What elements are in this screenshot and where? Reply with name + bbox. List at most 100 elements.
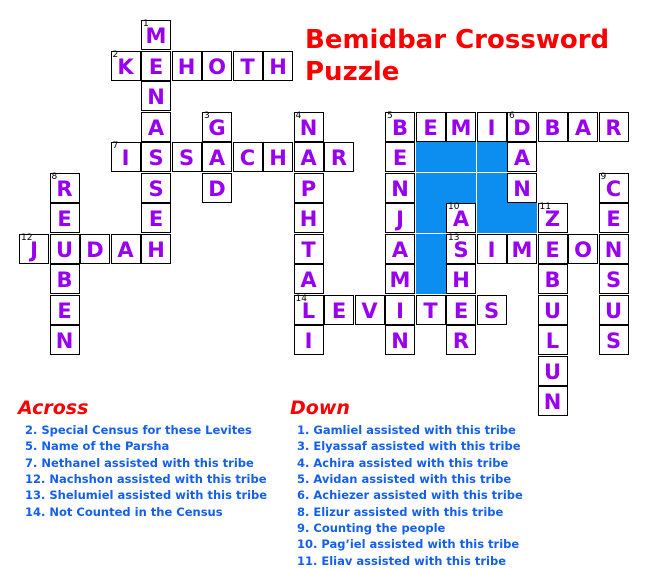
grid-cell[interactable]: N xyxy=(49,325,80,355)
grid-cell[interactable]: 6D xyxy=(507,111,537,142)
grid-cell[interactable]: S xyxy=(476,294,507,325)
grid-cell[interactable]: D xyxy=(80,233,110,264)
grid-cell[interactable]: 2K xyxy=(110,50,141,81)
grid-cell[interactable]: M xyxy=(507,233,537,264)
grid-cell[interactable]: D xyxy=(202,172,232,203)
grid-cell[interactable]: 12 J xyxy=(19,233,49,264)
clue-item[interactable]: 3. Elyassaf assisted with this tribe xyxy=(297,438,665,454)
grid-cell[interactable]: H xyxy=(446,264,476,294)
grid-cell[interactable]: N xyxy=(598,233,629,264)
grid-cell[interactable]: N xyxy=(385,172,415,203)
grid-cell[interactable]: N xyxy=(385,325,415,355)
grid-cell[interactable]: S xyxy=(598,264,629,294)
grid-cell[interactable]: A xyxy=(385,233,415,264)
grid-cell[interactable]: T xyxy=(232,50,263,81)
clue-item[interactable]: 5. Avidan assisted with this tribe xyxy=(297,471,665,487)
grid-cell[interactable]: V xyxy=(354,294,385,325)
clue-item[interactable]: 1. Gamliel assisted with this tribe xyxy=(297,422,665,438)
grid-cell[interactable]: 14 L xyxy=(293,294,324,325)
clue-item[interactable]: 4. Achira assisted with this tribe xyxy=(297,455,665,471)
grid-cell[interactable]: 10 A xyxy=(446,202,476,233)
grid-cell[interactable]: H xyxy=(263,50,293,81)
grid-cell[interactable]: B xyxy=(537,264,568,294)
grid-cell[interactable]: E xyxy=(415,111,446,142)
grid-cell[interactable]: E xyxy=(141,203,171,233)
crossword-grid[interactable]: 1M2KEHOTHNA3G4N5BEMI6DBAR7ISSACHAREA8RSD… xyxy=(0,0,668,416)
grid-cell[interactable]: R xyxy=(446,325,476,355)
clue-item[interactable]: 12. Nachshon assisted with this tribe xyxy=(25,471,288,487)
grid-cell[interactable]: A xyxy=(293,142,324,172)
grid-cell[interactable]: S xyxy=(141,172,171,203)
grid-cell[interactable]: E xyxy=(141,50,171,81)
grid-cell[interactable]: 8R xyxy=(49,172,80,203)
grid-cell-letter: T xyxy=(240,54,255,79)
grid-cell-letter: S xyxy=(148,176,164,201)
grid-cell[interactable]: H xyxy=(293,203,324,233)
grid-cell[interactable]: T xyxy=(293,233,324,264)
grid-cell[interactable]: E xyxy=(446,294,476,325)
grid-cell[interactable]: U xyxy=(537,355,568,386)
clue-item[interactable]: 8. Elizur assisted with this tribe xyxy=(297,504,665,520)
grid-cell[interactable]: S xyxy=(141,142,171,172)
grid-cell-letter: S xyxy=(483,298,500,323)
grid-cell[interactable]: B xyxy=(49,264,80,294)
grid-cell[interactable]: A xyxy=(568,111,598,142)
clue-item[interactable]: 7. Nethanel assisted with this tribe xyxy=(25,455,288,471)
grid-cell[interactable]: 11 Z xyxy=(537,202,568,233)
grid-cell[interactable]: 4N xyxy=(293,111,324,142)
grid-cell[interactable]: 1M xyxy=(141,19,171,50)
grid-cell[interactable]: E xyxy=(598,203,629,233)
clue-item[interactable]: 2. Special Census for these Levites xyxy=(25,422,288,438)
clue-item[interactable]: 5. Name of the Parsha xyxy=(25,438,288,454)
grid-cell[interactable]: A xyxy=(110,233,141,264)
grid-cell[interactable]: 13 S xyxy=(446,233,476,264)
grid-cell[interactable]: A xyxy=(293,264,324,294)
grid-cell[interactable]: R xyxy=(324,142,354,172)
clue-item[interactable]: 11. Eliav assisted with this tribe xyxy=(297,553,665,569)
grid-cell[interactable]: O xyxy=(568,233,598,264)
grid-cell[interactable]: 7I xyxy=(110,141,141,172)
grid-cell[interactable]: J xyxy=(385,203,415,233)
grid-cell[interactable]: E xyxy=(49,203,80,233)
grid-cell-blocked xyxy=(415,264,446,294)
grid-cell[interactable]: I xyxy=(293,325,324,355)
clue-item[interactable]: 13. Shelumiel assisted with this tribe xyxy=(25,487,288,503)
grid-cell[interactable]: A xyxy=(507,142,537,172)
clue-item[interactable]: 10. Pag’iel assisted with this tribe xyxy=(297,536,665,552)
grid-cell[interactable]: U xyxy=(537,294,568,325)
grid-cell[interactable]: A xyxy=(202,142,232,172)
grid-cell[interactable]: 9C xyxy=(598,172,629,203)
grid-cell[interactable]: E xyxy=(49,294,80,325)
grid-cell[interactable]: B xyxy=(537,111,568,142)
grid-cell[interactable]: H xyxy=(141,233,171,264)
grid-cell[interactable]: E xyxy=(385,142,415,172)
grid-cell[interactable]: T xyxy=(415,294,446,325)
grid-cell[interactable]: N xyxy=(507,172,537,203)
grid-cell[interactable]: L xyxy=(537,325,568,355)
grid-cell[interactable]: U xyxy=(49,233,80,264)
grid-cell[interactable]: H xyxy=(171,50,202,81)
grid-cell[interactable]: S xyxy=(598,325,629,355)
grid-cell[interactable]: C xyxy=(232,142,263,172)
grid-cell[interactable]: H xyxy=(263,142,293,172)
grid-cell[interactable]: S xyxy=(171,142,202,172)
grid-cell[interactable]: 5B xyxy=(385,111,415,142)
grid-cell[interactable]: O xyxy=(202,50,232,81)
grid-cell[interactable]: A xyxy=(141,111,171,142)
grid-cell[interactable]: M xyxy=(446,111,476,142)
grid-cell[interactable]: E xyxy=(324,294,354,325)
grid-cell[interactable]: 3G xyxy=(202,111,232,142)
grid-cell[interactable]: R xyxy=(598,111,629,142)
clue-item[interactable]: 9. Counting the people xyxy=(297,520,665,536)
grid-cell-blocked xyxy=(415,203,446,233)
grid-cell[interactable]: M xyxy=(385,264,415,294)
grid-cell[interactable]: E xyxy=(537,233,568,264)
grid-cell[interactable]: I xyxy=(476,233,507,264)
grid-cell[interactable]: U xyxy=(598,294,629,325)
grid-cell[interactable]: P xyxy=(293,172,324,203)
grid-cell[interactable]: I xyxy=(385,294,415,325)
clue-item[interactable]: 6. Achiezer assisted with this tribe xyxy=(297,487,665,503)
clue-item[interactable]: 14. Not Counted in the Census xyxy=(25,504,288,520)
grid-cell[interactable]: N xyxy=(141,81,171,111)
grid-cell[interactable]: I xyxy=(476,111,507,142)
